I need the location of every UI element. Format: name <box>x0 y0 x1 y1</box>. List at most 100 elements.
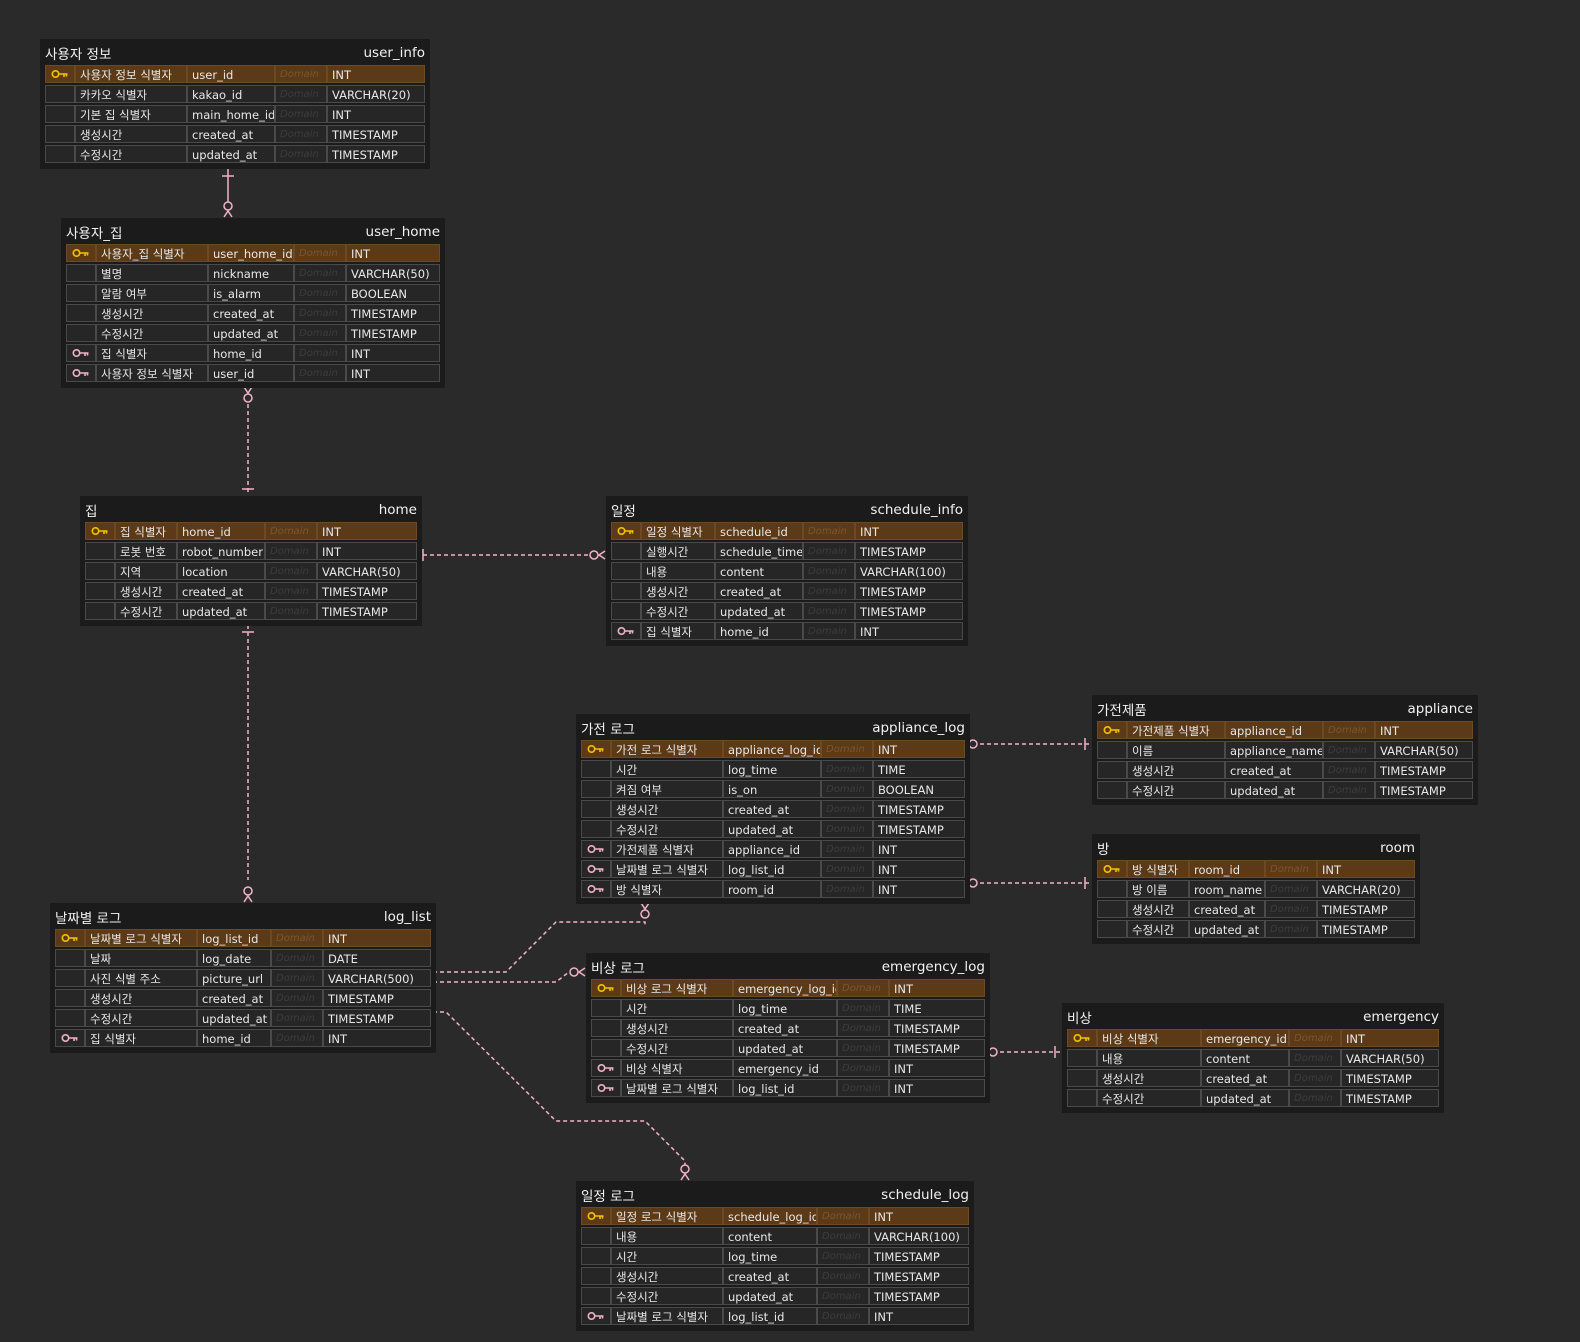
column-logical-name: 집 식별자 <box>96 344 208 362</box>
key-cell <box>1097 920 1127 938</box>
entity-schedule-info[interactable]: 일정 schedule_info 일정 식별자 schedule_id Domain IN… <box>606 496 968 646</box>
column-physical-name: room_id <box>723 880 821 898</box>
column-row[interactable]: 수정시간 updated_at Domain TIMESTAMP <box>1097 919 1415 939</box>
column-domain: Domain <box>294 264 346 282</box>
column-row[interactable]: 생성시간 created_at Domain TIMESTAMP <box>1067 1068 1439 1088</box>
entity-appliance[interactable]: 가전제품 appliance 가전제품 식별자 appliance_id Domain I… <box>1092 695 1478 805</box>
column-row[interactable]: 시간 log_time Domain TIMESTAMP <box>581 1246 969 1266</box>
column-row[interactable]: 날짜별 로그 식별자 log_list_id Domain INT <box>581 859 965 879</box>
column-row[interactable]: 사용자 정보 식별자 user_id Domain INT <box>66 363 440 383</box>
entity-header[interactable]: 날짜별 로그 log_list <box>53 906 433 928</box>
entity-header[interactable]: 가전 로그 appliance_log <box>579 717 967 739</box>
column-row[interactable]: 시간 log_time Domain TIME <box>591 998 985 1018</box>
column-row[interactable]: 생성시간 created_at Domain TIMESTAMP <box>591 1018 985 1038</box>
entity-emergency[interactable]: 비상 emergency 비상 식별자 emergency_id Domain INT 내용… <box>1062 1003 1444 1113</box>
column-row[interactable]: 수정시간 updated_at Domain TIMESTAMP <box>581 1286 969 1306</box>
entity-header[interactable]: 가전제품 appliance <box>1095 698 1475 720</box>
column-row[interactable]: 수정시간 updated_at Domain TIMESTAMP <box>1097 780 1473 800</box>
column-row[interactable]: 생성시간 created_at Domain TIMESTAMP <box>55 988 431 1008</box>
column-row[interactable]: 수정시간 updated_at Domain TIMESTAMP <box>1067 1088 1439 1108</box>
column-row[interactable]: 일정 로그 식별자 schedule_log_id Domain INT <box>581 1206 969 1226</box>
column-row[interactable]: 집 식별자 home_id Domain INT <box>55 1028 431 1048</box>
key-cell <box>581 860 611 878</box>
column-row[interactable]: 기본 집 식별자 main_home_id Domain INT <box>45 104 425 124</box>
column-row[interactable]: 날짜별 로그 식별자 log_list_id Domain INT <box>581 1306 969 1326</box>
column-row[interactable]: 가전 로그 식별자 appliance_log_id Domain INT <box>581 739 965 759</box>
column-row[interactable]: 방 식별자 room_id Domain INT <box>581 879 965 899</box>
column-row[interactable]: 비상 로그 식별자 emergency_log_id Domain INT <box>591 978 985 998</box>
entity-user-info[interactable]: 사용자 정보 user_info 사용자 정보 식별자 user_id Domain IN… <box>40 39 430 169</box>
column-row[interactable]: 로봇 번호 robot_number Domain INT <box>85 541 417 561</box>
column-row[interactable]: 내용 content Domain VARCHAR(100) <box>581 1226 969 1246</box>
column-row[interactable]: 실행시간 schedule_time Domain TIMESTAMP <box>611 541 963 561</box>
column-row[interactable]: 이름 appliance_name Domain VARCHAR(50) <box>1097 740 1473 760</box>
key-cell <box>581 1287 611 1305</box>
column-row[interactable]: 알람 여부 is_alarm Domain BOOLEAN <box>66 283 440 303</box>
column-row[interactable]: 수정시간 updated_at Domain TIMESTAMP <box>85 601 417 621</box>
column-row[interactable]: 생성시간 created_at Domain TIMESTAMP <box>581 1266 969 1286</box>
column-row[interactable]: 생성시간 created_at Domain TIMESTAMP <box>66 303 440 323</box>
entity-schedule-log[interactable]: 일정 로그 schedule_log 일정 로그 식별자 schedule_log_i… <box>576 1181 974 1331</box>
entity-header[interactable]: 비상 emergency <box>1065 1006 1441 1028</box>
column-logical-name: 집 식별자 <box>85 1029 197 1047</box>
column-row[interactable]: 날짜별 로그 식별자 log_list_id Domain INT <box>55 928 431 948</box>
column-row[interactable]: 생성시간 created_at Domain TIMESTAMP <box>85 581 417 601</box>
entity-appliance-log[interactable]: 가전 로그 appliance_log 가전 로그 식별자 appliance_log… <box>576 714 970 904</box>
entity-header[interactable]: 방 room <box>1095 837 1417 859</box>
column-row[interactable]: 방 이름 room_name Domain VARCHAR(20) <box>1097 879 1415 899</box>
column-row[interactable]: 생성시간 created_at Domain TIMESTAMP <box>45 124 425 144</box>
entity-header[interactable]: 사용자 정보 user_info <box>43 42 427 64</box>
entity-header[interactable]: 일정 schedule_info <box>609 499 965 521</box>
column-row[interactable]: 카카오 식별자 kakao_id Domain VARCHAR(20) <box>45 84 425 104</box>
column-row[interactable]: 별명 nickname Domain VARCHAR(50) <box>66 263 440 283</box>
column-row[interactable]: 시간 log_time Domain TIME <box>581 759 965 779</box>
column-data-type: INT <box>889 979 985 997</box>
column-row[interactable]: 수정시간 updated_at Domain TIMESTAMP <box>581 819 965 839</box>
entity-header[interactable]: 비상 로그 emergency_log <box>589 956 987 978</box>
column-row[interactable]: 가전제품 식별자 appliance_id Domain INT <box>1097 720 1473 740</box>
column-row[interactable]: 집 식별자 home_id Domain INT <box>66 343 440 363</box>
column-row[interactable]: 생성시간 created_at Domain TIMESTAMP <box>1097 899 1415 919</box>
column-row[interactable]: 생성시간 created_at Domain TIMESTAMP <box>611 581 963 601</box>
column-row[interactable]: 수정시간 updated_at Domain TIMESTAMP <box>45 144 425 164</box>
column-row[interactable]: 집 식별자 home_id Domain INT <box>85 521 417 541</box>
column-row[interactable]: 수정시간 updated_at Domain TIMESTAMP <box>591 1038 985 1058</box>
column-row[interactable]: 일정 식별자 schedule_id Domain INT <box>611 521 963 541</box>
column-row[interactable]: 방 식별자 room_id Domain INT <box>1097 859 1415 879</box>
entity-user-home[interactable]: 사용자_집 user_home 사용자_집 식별자 user_home_id Domai… <box>61 218 445 388</box>
column-row[interactable]: 사용자 정보 식별자 user_id Domain INT <box>45 64 425 84</box>
key-cell <box>55 929 85 947</box>
entity-room[interactable]: 방 room 방 식별자 room_id Domain INT 방 이름 room_name D… <box>1092 834 1420 944</box>
rel-emergencylog-many-marker-crowfoot <box>577 967 586 977</box>
column-row[interactable]: 수정시간 updated_at Domain TIMESTAMP <box>55 1008 431 1028</box>
entity-header[interactable]: 집 home <box>83 499 419 521</box>
column-row[interactable]: 비상 식별자 emergency_id Domain INT <box>1067 1028 1439 1048</box>
column-row[interactable]: 지역 location Domain VARCHAR(50) <box>85 561 417 581</box>
entity-header[interactable]: 사용자_집 user_home <box>64 221 442 243</box>
entity-header[interactable]: 일정 로그 schedule_log <box>579 1184 971 1206</box>
column-physical-name: is_alarm <box>208 284 294 302</box>
key-cell <box>55 949 85 967</box>
entity-emergency-log[interactable]: 비상 로그 emergency_log 비상 로그 식별자 emergency_log… <box>586 953 990 1103</box>
entity-home[interactable]: 집 home 집 식별자 home_id Domain INT 로봇 번호 robot_num… <box>80 496 422 626</box>
column-logical-name: 이름 <box>1127 741 1225 759</box>
column-domain: Domain <box>817 1287 869 1305</box>
entity-log-list[interactable]: 날짜별 로그 log_list 날짜별 로그 식별자 log_list_id Domai… <box>50 903 436 1053</box>
column-row[interactable]: 가전제품 식별자 appliance_id Domain INT <box>581 839 965 859</box>
column-row[interactable]: 사용자_집 식별자 user_home_id Domain INT <box>66 243 440 263</box>
column-row[interactable]: 날짜별 로그 식별자 log_list_id Domain INT <box>591 1078 985 1098</box>
entity-table-name: emergency_log <box>881 959 985 975</box>
column-row[interactable]: 생성시간 created_at Domain TIMESTAMP <box>1097 760 1473 780</box>
column-row[interactable]: 켜짐 여부 is_on Domain BOOLEAN <box>581 779 965 799</box>
column-row[interactable]: 수정시간 updated_at Domain TIMESTAMP <box>66 323 440 343</box>
column-row[interactable]: 내용 content Domain VARCHAR(50) <box>1067 1048 1439 1068</box>
column-row[interactable]: 사진 식별 주소 picture_url Domain VARCHAR(500) <box>55 968 431 988</box>
column-row[interactable]: 비상 식별자 emergency_id Domain INT <box>591 1058 985 1078</box>
key-cell <box>581 800 611 818</box>
column-row[interactable]: 내용 content Domain VARCHAR(100) <box>611 561 963 581</box>
column-row[interactable]: 수정시간 updated_at Domain TIMESTAMP <box>611 601 963 621</box>
column-row[interactable]: 집 식별자 home_id Domain INT <box>611 621 963 641</box>
column-logical-name: 가전제품 식별자 <box>611 840 723 858</box>
column-row[interactable]: 날짜 log_date Domain DATE <box>55 948 431 968</box>
column-row[interactable]: 생성시간 created_at Domain TIMESTAMP <box>581 799 965 819</box>
